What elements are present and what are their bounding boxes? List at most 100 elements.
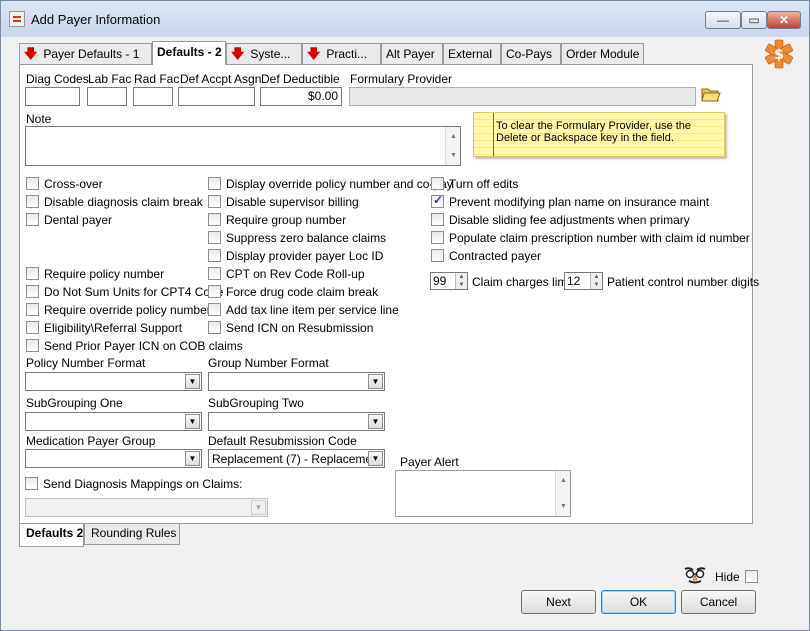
app-icon <box>9 11 25 27</box>
default-resubmission-code-label: Default Resubmission Code <box>208 434 357 448</box>
def-deductible-field[interactable]: $0.00 <box>260 87 342 106</box>
prevent-modifying-plan-name-checkbox[interactable]: Prevent modifying plan name on insurance… <box>431 194 709 209</box>
eligibility-referral-support-checkbox[interactable]: Eligibility\Referral Support <box>26 321 182 335</box>
def-accpt-asgn-label: Def Accpt Asgn <box>180 72 262 86</box>
patient-control-digits-label: Patient control number digits <box>607 275 760 289</box>
warning-arrow-icon: 🡇 <box>24 46 38 61</box>
do-not-sum-units-checkbox[interactable]: Do Not Sum Units for CPT4 Code <box>26 285 223 299</box>
require-group-number-checkbox[interactable]: Require group number <box>208 213 346 227</box>
display-provider-payer-loc-id-checkbox[interactable]: Display provider payer Loc ID <box>208 249 383 263</box>
star-of-life-icon: $ <box>764 39 794 69</box>
default-resubmission-code-select[interactable]: Replacement (7) - Replacement of prior c… <box>208 449 385 468</box>
policy-number-format-select[interactable]: ▼ <box>25 372 202 391</box>
scroll-down-icon[interactable]: ▼ <box>450 152 457 159</box>
send-diagnosis-mappings-checkbox[interactable]: Send Diagnosis Mappings on Claims: <box>25 477 242 491</box>
title-bar: Add Payer Information — ▭ ✕ <box>1 1 809 37</box>
scroll-up-icon[interactable]: ▲ <box>560 477 567 484</box>
tab-system[interactable]: 🡇 Syste... <box>226 43 302 64</box>
def-deductible-label: Def Deductible <box>261 72 340 86</box>
medication-payer-group-select[interactable]: ▼ <box>25 449 202 468</box>
minimize-button[interactable]: — <box>705 11 741 29</box>
chevron-down-icon[interactable]: ▼ <box>185 451 200 466</box>
payer-alert-scrollbar[interactable]: ▲ ▼ <box>555 471 570 516</box>
note-textarea[interactable]: ▲ ▼ <box>25 126 461 166</box>
chevron-down-icon[interactable]: ▼ <box>185 374 200 389</box>
chevron-down-icon[interactable]: ▼ <box>368 451 383 466</box>
require-policy-number-checkbox[interactable]: Require policy number <box>26 267 164 281</box>
subgrouping-one-label: SubGrouping One <box>26 396 123 410</box>
tab-co-pays[interactable]: Co-Pays <box>501 43 561 64</box>
chevron-down-icon[interactable]: ▼ <box>368 374 383 389</box>
force-drug-code-claim-break-checkbox[interactable]: Force drug code claim break <box>208 285 378 299</box>
hide-checkbox[interactable] <box>745 570 763 584</box>
note-scrollbar[interactable]: ▲ ▼ <box>445 127 460 165</box>
subgrouping-one-select[interactable]: ▼ <box>25 412 202 431</box>
require-override-policy-number-checkbox[interactable]: Require override policy number <box>26 303 211 317</box>
disable-diagnosis-claim-break-checkbox[interactable]: Disable diagnosis claim break <box>26 195 203 209</box>
send-icn-on-resubmission-checkbox[interactable]: Send ICN on Resubmission <box>208 321 373 335</box>
display-override-policy-checkbox[interactable]: Display override policy number and co-pa… <box>208 177 453 191</box>
group-number-format-label: Group Number Format <box>208 356 329 370</box>
chevron-down-icon[interactable]: ▼ <box>185 414 200 429</box>
payer-alert-label: Payer Alert <box>400 455 459 469</box>
defaults-2-panel: Diag Codes Lab Fac Rad Fac Def Accpt Asg… <box>19 64 759 524</box>
spinner-arrows-icon[interactable]: ▲ ▼ <box>455 273 467 289</box>
chevron-down-icon: ▼ <box>251 500 266 515</box>
claim-charges-limit-spinner[interactable]: 99 ▲ ▼ <box>430 272 468 290</box>
spinner-arrows-icon[interactable]: ▲ ▼ <box>590 273 602 289</box>
lab-fac-field[interactable] <box>87 87 127 106</box>
svg-text:$: $ <box>774 47 784 63</box>
maximize-button[interactable]: ▭ <box>741 11 767 29</box>
warning-arrow-icon: 🡇 <box>231 46 245 61</box>
disable-sliding-fee-checkbox[interactable]: Disable sliding fee adjustments when pri… <box>431 213 690 227</box>
ok-button[interactable]: OK <box>601 590 676 614</box>
send-prior-payer-icn-checkbox[interactable]: Send Prior Payer ICN on COB claims <box>26 339 243 353</box>
window-title: Add Payer Information <box>31 12 161 27</box>
add-tax-line-item-checkbox[interactable]: Add tax line item per service line <box>208 303 399 317</box>
warning-arrow-icon: 🡇 <box>307 46 321 61</box>
next-button[interactable]: Next <box>521 590 596 614</box>
diag-codes-field[interactable] <box>25 87 80 106</box>
dental-payer-checkbox[interactable]: Dental payer <box>26 213 112 227</box>
close-button[interactable]: ✕ <box>767 11 801 29</box>
contracted-payer-checkbox[interactable]: Contracted payer <box>431 249 541 263</box>
policy-number-format-label: Policy Number Format <box>26 356 146 370</box>
cancel-button[interactable]: Cancel <box>681 590 756 614</box>
tab-rounding-rules[interactable]: Rounding Rules <box>84 524 180 545</box>
chevron-down-icon[interactable]: ▼ <box>368 414 383 429</box>
rad-fac-label: Rad Fac <box>134 72 180 86</box>
rad-fac-field[interactable] <box>133 87 173 106</box>
tab-alt-payer[interactable]: Alt Payer <box>381 43 443 64</box>
tab-defaults-2-bottom[interactable]: Defaults 2 <box>19 524 84 547</box>
disguise-glasses-icon <box>684 567 706 584</box>
formulary-provider-field[interactable] <box>349 87 696 106</box>
disable-supervisor-billing-checkbox[interactable]: Disable supervisor billing <box>208 195 359 209</box>
medication-payer-group-label: Medication Payer Group <box>26 434 156 448</box>
folder-open-icon[interactable] <box>701 85 721 103</box>
populate-claim-prescription-checkbox[interactable]: Populate claim prescription number with … <box>431 231 750 245</box>
lab-fac-label: Lab Fac <box>88 72 132 86</box>
diag-codes-label: Diag Codes <box>26 72 89 86</box>
turn-off-edits-checkbox[interactable]: Turn off edits <box>431 177 518 191</box>
claim-charges-limit-label: Claim charges limit <box>472 275 574 289</box>
note-label: Note <box>26 112 52 126</box>
add-payer-window: Add Payer Information — ▭ ✕ $ 🡇 Payer Def… <box>0 0 810 631</box>
group-number-format-select[interactable]: ▼ <box>208 372 385 391</box>
cross-over-checkbox[interactable]: Cross-over <box>26 177 103 191</box>
tab-order-module[interactable]: Order Module <box>561 43 644 64</box>
def-accpt-asgn-field[interactable] <box>178 87 255 106</box>
tab-practice[interactable]: 🡇 Practi... <box>302 43 381 64</box>
subgrouping-two-select[interactable]: ▼ <box>208 412 385 431</box>
payer-alert-textarea[interactable]: ▲ ▼ <box>395 470 571 517</box>
tab-defaults-2[interactable]: Defaults - 2 <box>152 41 226 65</box>
hide-label: Hide <box>715 570 740 584</box>
suppress-zero-balance-checkbox[interactable]: Suppress zero balance claims <box>208 231 386 245</box>
cpt-on-rev-code-rollup-checkbox[interactable]: CPT on Rev Code Roll-up <box>208 267 365 281</box>
scroll-up-icon[interactable]: ▲ <box>450 133 457 140</box>
subgrouping-two-label: SubGrouping Two <box>208 396 304 410</box>
patient-control-digits-spinner[interactable]: 12 ▲ ▼ <box>564 272 603 290</box>
tab-payer-defaults-1[interactable]: 🡇 Payer Defaults - 1 <box>19 43 152 64</box>
formulary-hint-note: To clear the Formulary Provider, use the… <box>473 112 725 157</box>
scroll-down-icon[interactable]: ▼ <box>560 503 567 510</box>
tab-external[interactable]: External <box>443 43 501 64</box>
